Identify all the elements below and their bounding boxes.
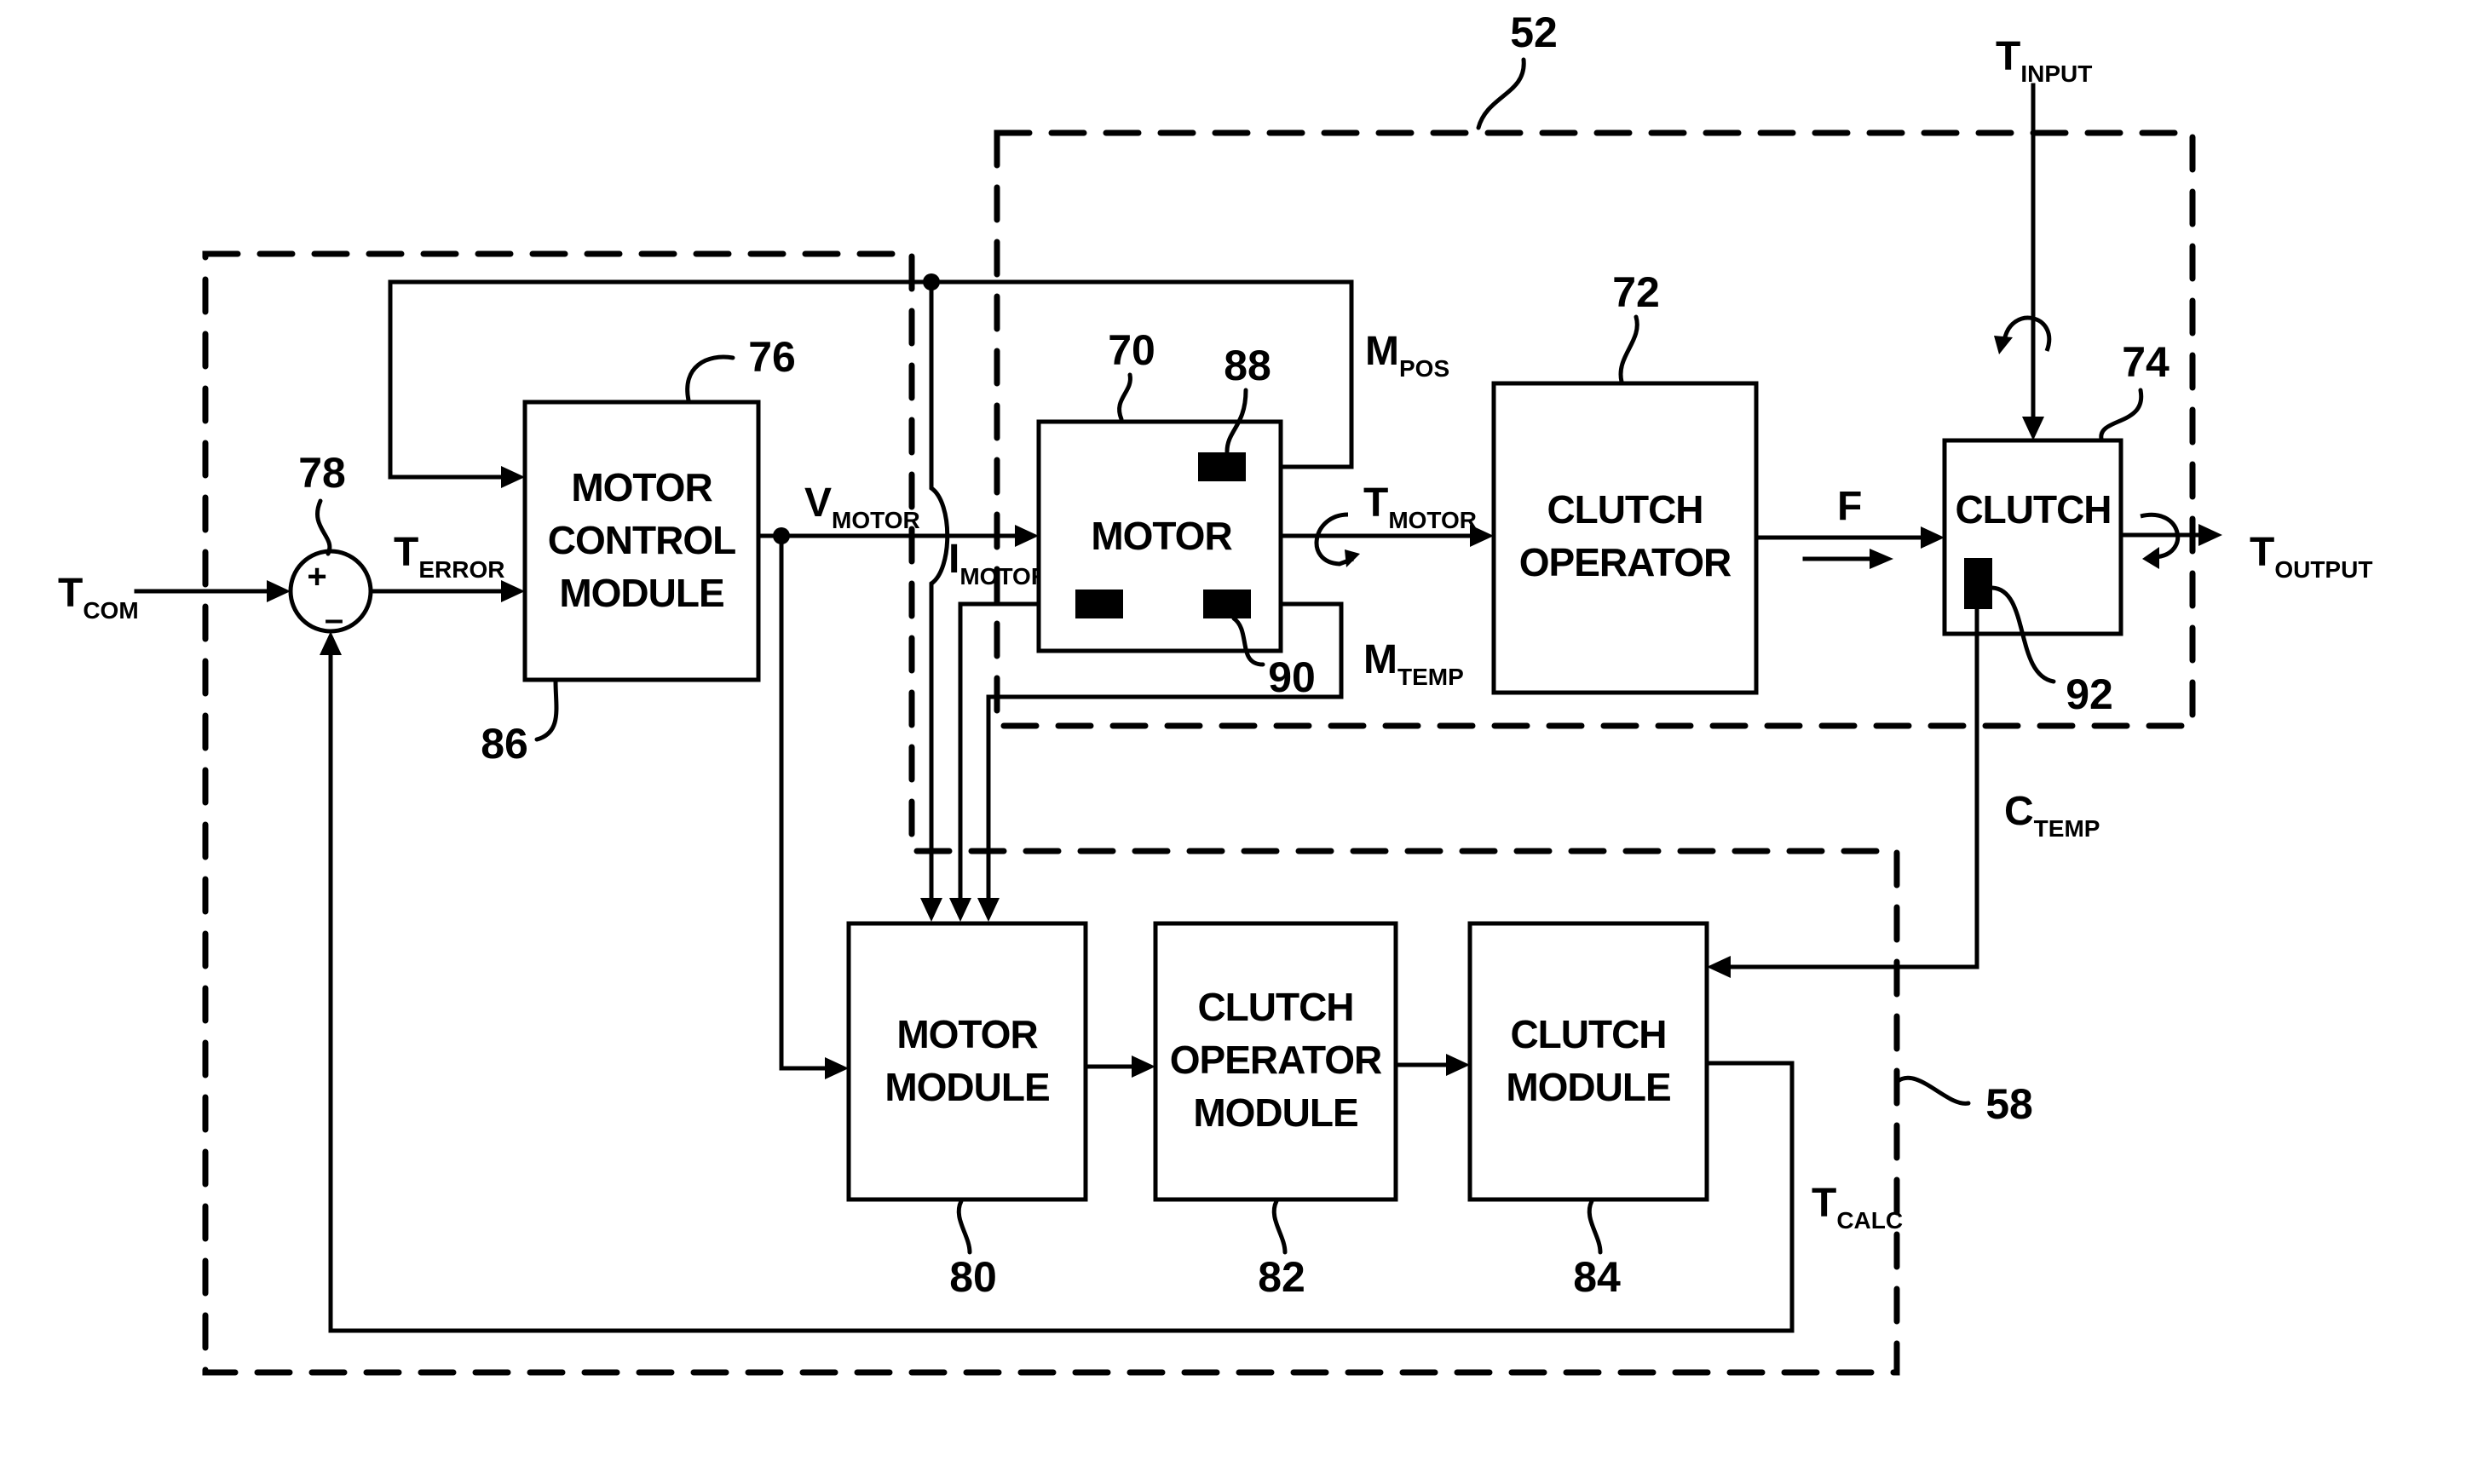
leader-80 bbox=[956, 1199, 972, 1255]
block-label: CLUTCH bbox=[1547, 487, 1703, 532]
arrowhead bbox=[1921, 526, 1945, 549]
arrowhead bbox=[1132, 1055, 1155, 1078]
leader-74 bbox=[2099, 388, 2144, 441]
sensor-88 bbox=[1198, 452, 1246, 481]
arrowhead bbox=[2142, 547, 2159, 569]
ref-88: 88 bbox=[1224, 342, 1271, 389]
leader-52 bbox=[1476, 57, 1526, 130]
block-label: MODULE bbox=[1193, 1090, 1357, 1135]
block-clutch-operator bbox=[1491, 381, 1759, 695]
leader-58 bbox=[1894, 1075, 1971, 1106]
signal-t-calc: TCALC bbox=[1812, 1181, 1903, 1234]
leader-86 bbox=[534, 679, 559, 742]
arrowhead bbox=[267, 580, 291, 602]
summing-plus: + bbox=[307, 558, 326, 595]
sensor-92 bbox=[1964, 558, 1992, 609]
arrowhead bbox=[1345, 549, 1360, 567]
block-label: MODULE bbox=[559, 571, 723, 615]
ref-84: 84 bbox=[1573, 1253, 1621, 1301]
signal-t-motor: TMOTOR bbox=[1363, 480, 1477, 533]
leader-78 bbox=[315, 498, 332, 556]
signal-m-pos: MPOS bbox=[1365, 329, 1449, 382]
signal-t-input: TINPUT bbox=[1996, 34, 2092, 87]
leader-84 bbox=[1587, 1199, 1603, 1255]
rotation-icon bbox=[2002, 315, 2052, 352]
ref-92: 92 bbox=[2066, 670, 2113, 718]
arrowhead bbox=[1994, 336, 2013, 354]
block-label: CONTROL bbox=[548, 518, 735, 562]
block-label: MODULE bbox=[1506, 1065, 1670, 1109]
arrowhead bbox=[977, 898, 1000, 922]
signal-t-error: TERROR bbox=[394, 530, 504, 583]
leader-72 bbox=[1618, 314, 1639, 384]
signal-f: F bbox=[1837, 484, 1862, 529]
signal-c-temp: CTEMP bbox=[2004, 789, 2100, 842]
ref-52: 52 bbox=[1510, 9, 1558, 56]
signal-m-temp: MTEMP bbox=[1363, 637, 1464, 690]
leader-82 bbox=[1271, 1199, 1288, 1255]
ref-78: 78 bbox=[298, 449, 346, 497]
summing-minus: – bbox=[325, 601, 343, 638]
block-label: MOTOR bbox=[571, 465, 712, 509]
ref-70: 70 bbox=[1108, 326, 1155, 374]
arrowhead bbox=[920, 898, 942, 922]
arrowhead bbox=[501, 466, 525, 488]
sensor-current bbox=[1075, 590, 1123, 618]
ref-76: 76 bbox=[748, 333, 796, 381]
arrowhead bbox=[949, 898, 971, 922]
leader-70 bbox=[1117, 372, 1132, 422]
arrowhead bbox=[501, 580, 525, 602]
block-label: MODULE bbox=[885, 1065, 1049, 1109]
signal-t-output: TOUTPUT bbox=[2250, 530, 2372, 583]
arrowhead bbox=[1870, 549, 1893, 569]
ref-80: 80 bbox=[949, 1253, 997, 1301]
wire-vmotor-branch bbox=[779, 533, 838, 1071]
block-label: CLUTCH bbox=[1197, 985, 1353, 1029]
ref-72: 72 bbox=[1612, 268, 1660, 316]
block-label: OPERATOR bbox=[1170, 1038, 1382, 1082]
arrowhead bbox=[2022, 417, 2044, 440]
arrowhead bbox=[825, 1057, 849, 1079]
leader-76 bbox=[685, 354, 735, 403]
arrowhead bbox=[1707, 956, 1731, 978]
sensor-90 bbox=[1203, 590, 1251, 618]
block-label: CLUTCH bbox=[1510, 1012, 1666, 1056]
ref-82: 82 bbox=[1258, 1253, 1305, 1301]
signal-t-com: TCOM bbox=[58, 571, 139, 624]
signal-v-motor: VMOTOR bbox=[804, 480, 920, 533]
block-diagram: 52 58 + – 78 TCOM TERROR MOTOR CONTROL M… bbox=[58, 9, 2372, 1376]
arrowhead bbox=[2198, 524, 2222, 546]
arrowhead bbox=[1446, 1054, 1470, 1076]
block-motor-module bbox=[846, 921, 1088, 1202]
ref-58: 58 bbox=[1985, 1080, 2033, 1128]
wire-mpos-down bbox=[929, 279, 950, 911]
ref-86: 86 bbox=[481, 720, 528, 768]
block-label: MOTOR bbox=[896, 1012, 1038, 1056]
ref-90: 90 bbox=[1268, 653, 1316, 701]
block-label: MOTOR bbox=[1091, 514, 1232, 558]
arrowhead bbox=[1015, 525, 1039, 547]
ref-74: 74 bbox=[2122, 338, 2169, 386]
block-clutch-module bbox=[1467, 921, 1709, 1202]
block-label: CLUTCH bbox=[1955, 487, 2111, 532]
block-label: OPERATOR bbox=[1519, 540, 1732, 584]
wire-ctemp bbox=[1719, 607, 1979, 969]
